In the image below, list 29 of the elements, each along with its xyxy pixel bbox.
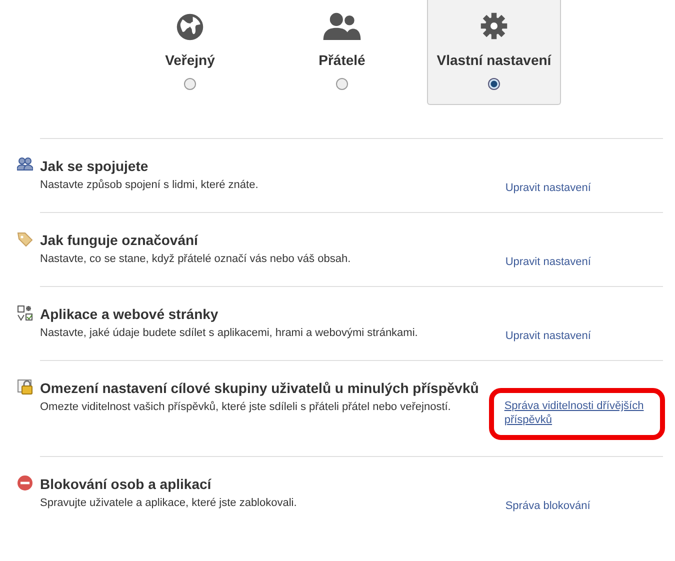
- option-label: Veřejný: [165, 52, 215, 68]
- setting-description: Nastavte, co se stane, když přátelé označí vás nebo váš obsah.: [40, 253, 352, 265]
- setting-title: Omezení nastavení cílové skupiny uživatelů u minulých příspěvků: [40, 380, 480, 396]
- apps-icon: [17, 305, 33, 321]
- setting-title: Jak funguje označování: [40, 232, 200, 248]
- lock-icon: [17, 379, 35, 395]
- setting-description: Nastavte způsob spojení s lidmi, které znáte.: [40, 179, 260, 191]
- setting-description: Nastavte, jaké údaje budete sdílet s aplikacemi, hrami a webovými stránkami.: [40, 327, 419, 339]
- setting-title: Jak se spojujete: [40, 158, 150, 174]
- gear-icon: [480, 12, 508, 42]
- option-label: Vlastní nastavení: [436, 52, 552, 68]
- radio-button[interactable]: [488, 78, 500, 90]
- globe-icon: [175, 12, 205, 42]
- radio-button[interactable]: [184, 78, 196, 90]
- edit-settings-link[interactable]: Správa viditelnosti dřívějších příspěvků: [504, 399, 654, 427]
- minus-icon: [17, 475, 33, 491]
- edit-settings-link[interactable]: Upravit nastavení: [505, 330, 591, 342]
- people-icon: [17, 157, 33, 171]
- setting-description: Omezte viditelnost vašich příspěvků, které jste sdíleli s přáteli přátel nebo veřejností.: [40, 401, 452, 413]
- setting-description: Spravujte uživatele a aplikace, které jste zablokovali.: [40, 497, 298, 509]
- tag-icon: [17, 231, 33, 247]
- radio-button[interactable]: [336, 78, 348, 90]
- edit-settings-link[interactable]: Správa blokování: [505, 500, 590, 512]
- edit-settings-link[interactable]: Upravit nastavení: [505, 182, 591, 194]
- edit-settings-link[interactable]: Upravit nastavení: [505, 256, 591, 268]
- option-label: Přátelé: [318, 52, 366, 68]
- setting-title: Aplikace a webové stránky: [40, 306, 220, 322]
- setting-title: Blokování osob a aplikací: [40, 476, 212, 492]
- people-icon: [323, 12, 361, 42]
